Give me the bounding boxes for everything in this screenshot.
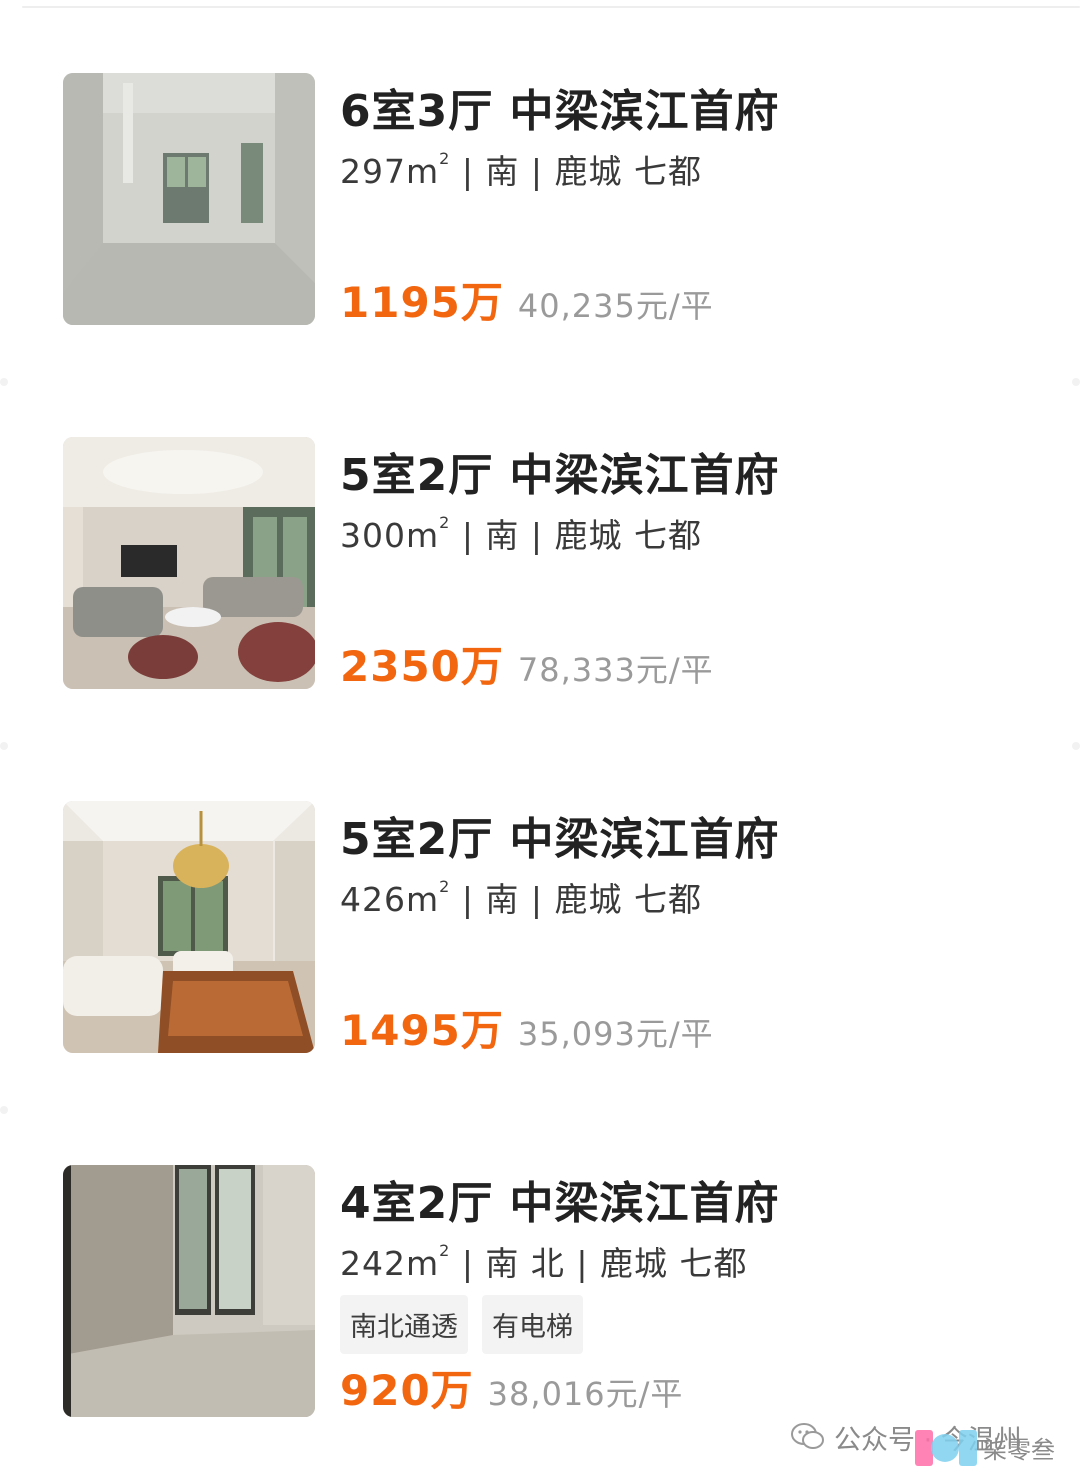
unit-price: 40,235元/平 <box>517 287 714 325</box>
price-row: 920万 38,016元/平 <box>340 1357 683 1418</box>
logo-703-icon: 柒零叁 <box>915 1430 1055 1466</box>
tag-north-south: 南北通透 <box>340 1295 468 1354</box>
listing-photo[interactable] <box>63 801 315 1053</box>
area-unit-sup: 2 <box>439 513 451 532</box>
logo-text: 柒零叁 <box>983 1436 1055 1464</box>
listing-details: | 南 | 鹿城 七都 <box>450 152 703 191</box>
area-value: 242m <box>340 1244 440 1283</box>
total-price: 2350万 <box>340 642 504 691</box>
listing-meta: 242m2 | 南 北 | 鹿城 七都 <box>340 1237 748 1285</box>
listing-card[interactable]: 5室2厅 中梁滨江首府 426m2 | 南 | 鹿城 七都 1495万 35,09… <box>0 801 1080 1165</box>
listing-details: | 南 | 鹿城 七都 <box>450 880 703 919</box>
divider-dot <box>1072 742 1080 750</box>
price-row: 1195万 40,235元/平 <box>340 269 714 330</box>
chandelier-living-room-image <box>63 801 315 1053</box>
unit-price: 78,333元/平 <box>517 651 714 689</box>
area-unit-sup: 2 <box>439 1241 451 1260</box>
wechat-icon <box>791 1423 824 1449</box>
listing-title[interactable]: 6室3厅 中梁滨江首府 <box>340 75 780 139</box>
divider-dot <box>0 378 8 386</box>
area-unit-sup: 2 <box>439 149 451 168</box>
area-unit-sup: 2 <box>439 877 451 896</box>
empty-room-image <box>63 73 315 325</box>
divider-dot <box>1072 378 1080 386</box>
listing-title[interactable]: 5室2厅 中梁滨江首府 <box>340 439 780 503</box>
tag-elevator: 有电梯 <box>482 1295 583 1354</box>
feature-tags: 南北通透 有电梯 <box>340 1295 583 1354</box>
listing-meta: 300m2 | 南 | 鹿城 七都 <box>340 509 702 557</box>
listing-title[interactable]: 5室2厅 中梁滨江首府 <box>340 803 780 867</box>
total-price: 920万 <box>340 1366 474 1415</box>
price-row: 1495万 35,093元/平 <box>340 997 714 1058</box>
listing-card[interactable]: 5室2厅 中梁滨江首府 300m2 | 南 | 鹿城 七都 2350万 78,33… <box>0 437 1080 801</box>
area-value: 426m <box>340 880 440 919</box>
top-divider <box>22 6 1080 8</box>
total-price: 1495万 <box>340 1006 504 1055</box>
unit-price: 38,016元/平 <box>487 1375 684 1413</box>
total-price: 1195万 <box>340 278 504 327</box>
listing-photo[interactable] <box>63 1165 315 1417</box>
divider-dot <box>0 1106 8 1114</box>
divider-dot <box>0 742 8 750</box>
listings-page: 6室3厅 中梁滨江首府 297m2 | 南 | 鹿城 七都 1195万 40,23… <box>0 0 1080 1473</box>
listing-meta: 297m2 | 南 | 鹿城 七都 <box>340 145 702 193</box>
listing-details: | 南 | 鹿城 七都 <box>450 516 703 555</box>
glass-door-room-image <box>63 1165 315 1417</box>
listing-photo[interactable] <box>63 437 315 689</box>
listing-details: | 南 北 | 鹿城 七都 <box>450 1244 748 1283</box>
listing-meta: 426m2 | 南 | 鹿城 七都 <box>340 873 702 921</box>
furnished-living-room-image <box>63 437 315 689</box>
listing-photo[interactable] <box>63 73 315 325</box>
unit-price: 35,093元/平 <box>517 1015 714 1053</box>
area-value: 297m <box>340 152 440 191</box>
listing-title[interactable]: 4室2厅 中梁滨江首府 <box>340 1167 780 1231</box>
area-value: 300m <box>340 516 440 555</box>
listing-card[interactable]: 6室3厅 中梁滨江首府 297m2 | 南 | 鹿城 七都 1195万 40,23… <box>0 73 1080 437</box>
price-row: 2350万 78,333元/平 <box>340 633 714 694</box>
site-logo: 柒零叁 <box>915 1424 1080 1473</box>
